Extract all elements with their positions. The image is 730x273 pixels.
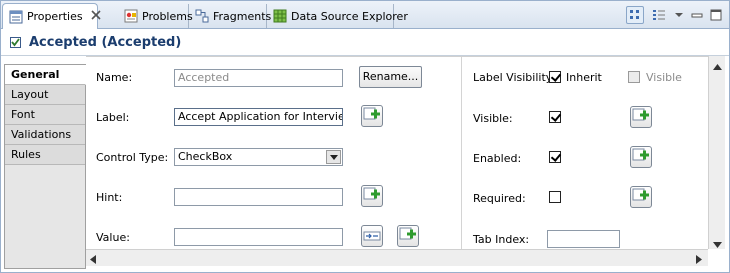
value-field[interactable] <box>174 228 343 246</box>
add-value-button[interactable] <box>397 225 419 247</box>
tab-properties[interactable]: Properties <box>2 3 101 29</box>
scroll-right-icon[interactable] <box>696 254 702 267</box>
hint-field[interactable] <box>174 188 343 206</box>
visible-checkbox[interactable] <box>549 111 561 123</box>
name-label: Name: <box>96 71 133 84</box>
advanced-view-icon[interactable] <box>650 6 668 24</box>
add-icon <box>632 148 649 161</box>
visible-label: Visible: <box>473 112 513 125</box>
control-type-value: CheckBox <box>178 150 233 163</box>
tab-data-source-explorer[interactable]: Data Source Explorer <box>267 4 408 28</box>
checkbox-control-icon <box>10 36 21 48</box>
add-icon <box>363 187 380 200</box>
tab-label: Data Source Explorer <box>291 9 408 23</box>
tab-problems[interactable]: Problems <box>118 4 193 28</box>
value-label: Value: <box>96 231 130 244</box>
tab-label: Properties <box>27 10 83 23</box>
inherit-checkbox[interactable] <box>549 71 561 83</box>
required-checkbox[interactable] <box>549 191 561 203</box>
properties-icon <box>9 10 23 24</box>
tab-label: Fragments <box>213 9 272 23</box>
required-label: Required: <box>473 192 526 205</box>
add-hint-button[interactable] <box>361 185 383 207</box>
general-properties-panel: Name: Accepted Rename... Label: Accept A… <box>86 56 708 249</box>
required-rule-button[interactable] <box>630 186 652 208</box>
inherit-label: Inherit <box>566 71 602 84</box>
view-tab-bar: Properties Problems Fragments Data Sourc… <box>0 0 730 29</box>
vertical-scrollbar[interactable] <box>708 56 725 249</box>
label-visible-checkbox <box>628 71 640 83</box>
categories-toggle-icon[interactable] <box>626 6 644 24</box>
tab-rules[interactable]: Rules <box>5 145 85 165</box>
tab-index-label: Tab Index: <box>473 233 530 246</box>
chevron-down-icon[interactable] <box>326 150 341 164</box>
scroll-down-icon[interactable] <box>713 238 722 251</box>
properties-header: Accepted (Accepted) <box>0 29 730 56</box>
add-icon <box>399 227 416 240</box>
fragments-icon <box>195 9 209 23</box>
add-icon <box>363 107 380 120</box>
tab-label: Problems <box>142 9 193 23</box>
label-field[interactable]: Accept Application for Interview <box>174 108 343 126</box>
tab-fragments[interactable]: Fragments <box>189 4 271 28</box>
horizontal-scrollbar[interactable] <box>86 249 708 266</box>
label-visible-label: Visible <box>646 71 682 84</box>
add-icon <box>632 108 649 121</box>
control-type-select[interactable]: CheckBox <box>174 148 343 166</box>
label-visibility-label: Label Visibility: <box>473 71 556 84</box>
problems-icon <box>124 9 138 23</box>
maximize-icon[interactable] <box>707 6 725 24</box>
tab-general[interactable]: General <box>5 65 86 85</box>
enabled-checkbox[interactable] <box>549 151 561 163</box>
label-field-text: Accept Application for Interview <box>178 110 343 123</box>
enabled-label: Enabled: <box>473 152 522 165</box>
label-label: Label: <box>96 111 130 124</box>
add-label-button[interactable] <box>361 105 383 127</box>
property-tabs: General Layout Font Validations Rules <box>4 64 86 269</box>
hint-label: Hint: <box>96 191 123 204</box>
close-icon[interactable] <box>91 10 101 23</box>
control-type-label: Control Type: <box>96 151 169 164</box>
tab-validations[interactable]: Validations <box>5 125 85 145</box>
tab-font[interactable]: Font <box>5 105 85 125</box>
rename-button[interactable]: Rename... <box>359 66 422 88</box>
column-divider <box>461 57 462 249</box>
tab-layout[interactable]: Layout <box>5 85 85 105</box>
visible-rule-button[interactable] <box>630 106 652 128</box>
minimize-icon[interactable] <box>688 6 706 24</box>
enabled-rule-button[interactable] <box>630 146 652 168</box>
view-menu-chevron-down-icon[interactable] <box>670 6 688 24</box>
tab-index-field[interactable] <box>547 230 620 248</box>
scroll-up-icon[interactable] <box>713 60 722 73</box>
name-field: Accepted <box>174 69 343 87</box>
add-icon <box>632 188 649 201</box>
expression-icon <box>363 231 381 241</box>
value-expression-button[interactable] <box>361 225 383 247</box>
data-source-explorer-icon <box>273 9 287 23</box>
page-title: Accepted (Accepted) <box>29 34 182 50</box>
scroll-left-icon[interactable] <box>90 254 96 267</box>
